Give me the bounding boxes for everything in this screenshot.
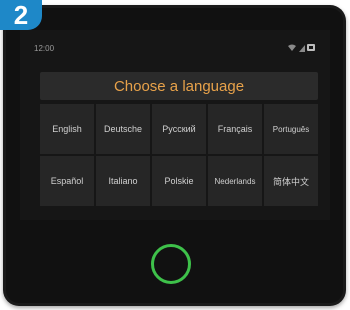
wifi-icon	[287, 44, 297, 52]
language-option-polskie[interactable]: Polskie	[152, 156, 206, 206]
device-screen: 12:00 Choose a language English Deutsche…	[20, 30, 330, 220]
language-option-italiano[interactable]: Italiano	[96, 156, 150, 206]
language-grid: English Deutsche Русский Français Portug…	[40, 104, 318, 206]
status-icons	[287, 43, 316, 52]
language-option-espanol[interactable]: Español	[40, 156, 94, 206]
battery-icon	[307, 44, 316, 51]
language-option-chinese[interactable]: 简体中文	[264, 156, 318, 206]
language-option-english[interactable]: English	[40, 104, 94, 154]
signal-icon	[299, 44, 305, 52]
language-option-francais[interactable]: Français	[208, 104, 262, 154]
home-button-ring[interactable]	[151, 244, 191, 284]
language-option-russian[interactable]: Русский	[152, 104, 206, 154]
language-option-portugues[interactable]: Português	[264, 104, 318, 154]
language-option-nederlands[interactable]: Nederlands	[208, 156, 262, 206]
language-dialog-title: Choose a language	[40, 72, 318, 100]
step-number-badge: 2	[0, 0, 42, 30]
status-time: 12:00	[34, 44, 55, 53]
language-option-deutsche[interactable]: Deutsche	[96, 104, 150, 154]
